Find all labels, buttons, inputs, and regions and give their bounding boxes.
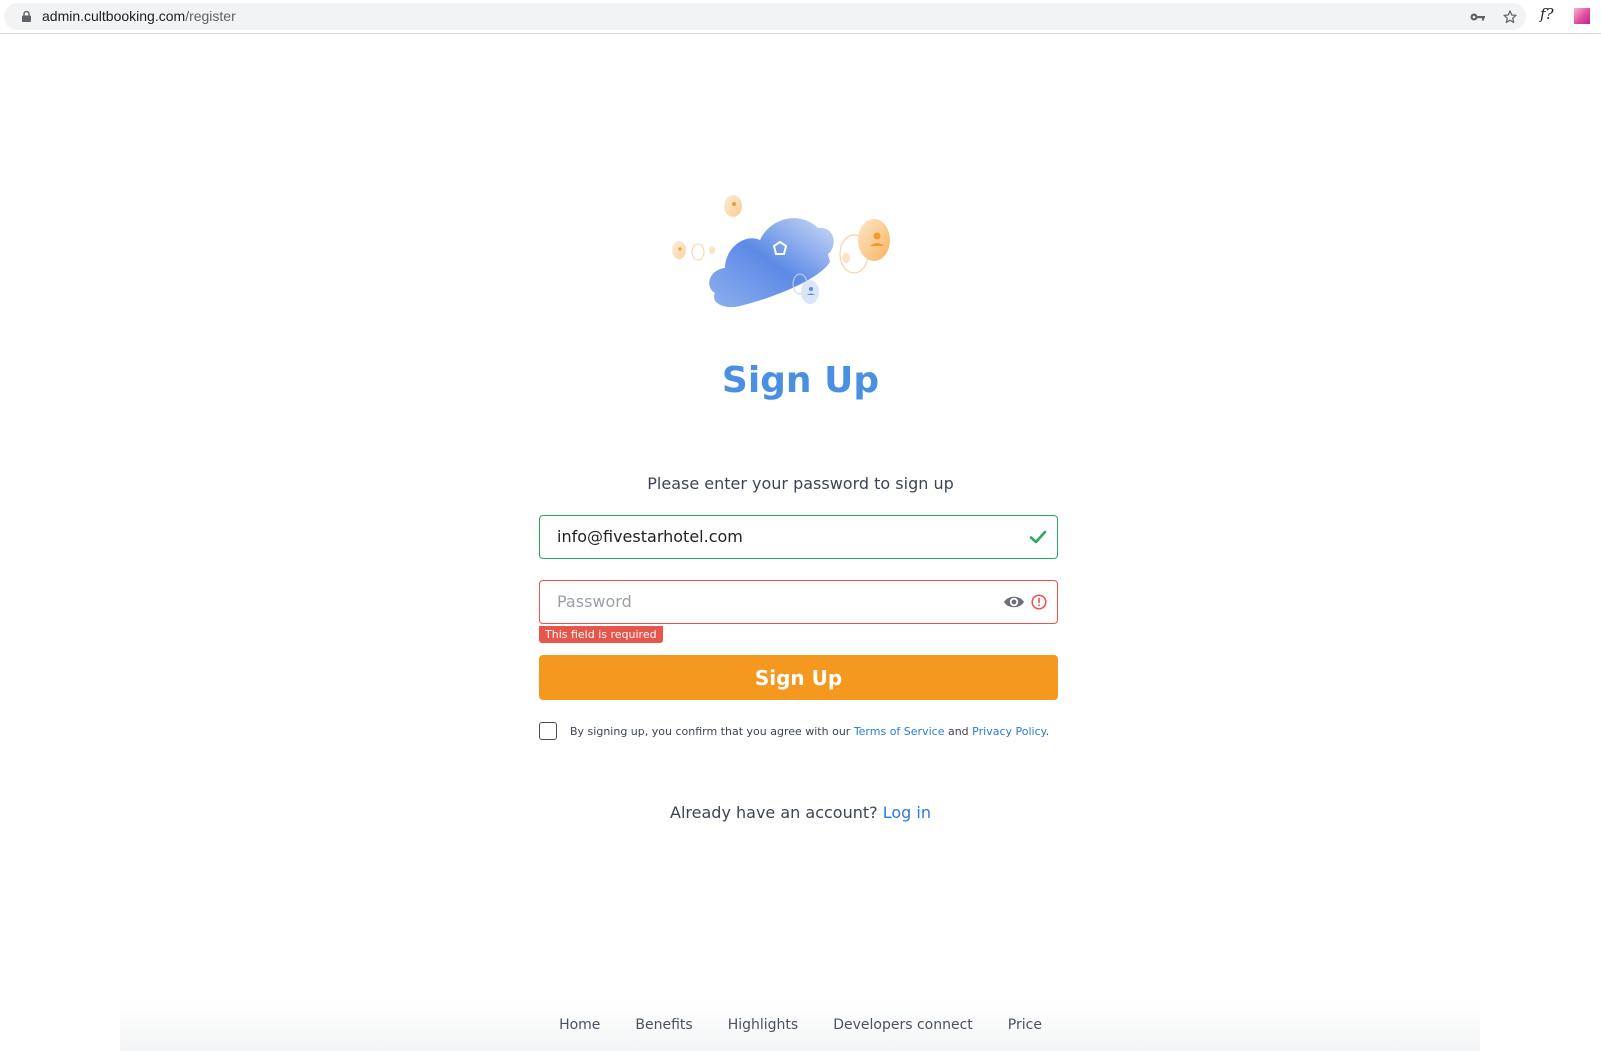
footer-link-developers-connect[interactable]: Developers connect (833, 1017, 973, 1033)
password-field[interactable] (539, 580, 1058, 624)
password-input[interactable] (557, 592, 977, 611)
extension-color-icon[interactable] (1574, 8, 1590, 24)
terms-checkbox[interactable] (539, 722, 557, 740)
address-bar[interactable]: admin.cultbooking.com/register (4, 3, 1526, 30)
url-path: /register (185, 8, 236, 24)
footer-link-highlights[interactable]: Highlights (728, 1017, 799, 1033)
sign-up-button[interactable]: Sign Up (539, 655, 1058, 700)
key-icon[interactable] (1470, 11, 1486, 23)
bookmark-star-icon[interactable] (1502, 9, 1518, 25)
url-host: admin.cultbooking.com (42, 8, 186, 24)
user-bubble-icon (801, 280, 819, 304)
user-bubble-icon (724, 195, 742, 217)
log-in-link[interactable]: Log in (883, 803, 931, 822)
browser-toolbar: admin.cultbooking.com/register f? (0, 0, 1601, 34)
url-text[interactable]: admin.cultbooking.com/register (42, 8, 236, 24)
lock-icon (22, 11, 31, 22)
page-subtitle: Please enter your password to sign up (647, 474, 954, 493)
footer-nav: Home Benefits Highlights Developers conn… (0, 1017, 1601, 1033)
terms-of-service-link[interactable]: Terms of Service (854, 725, 945, 738)
email-field[interactable] (539, 515, 1058, 559)
password-error-message: This field is required (539, 626, 663, 643)
footer-link-home[interactable]: Home (559, 1017, 600, 1033)
page-title: Sign Up (721, 360, 880, 401)
valid-check-icon (1029, 530, 1047, 544)
show-password-eye-icon[interactable] (1003, 594, 1025, 610)
terms-and: and (944, 724, 973, 738)
terms-prefix: By signing up, you confirm that you agre… (570, 724, 854, 738)
user-bubble-icon (672, 241, 686, 259)
cloud-hero-illustration (672, 195, 890, 308)
footer-link-price[interactable]: Price (1008, 1017, 1042, 1033)
email-input[interactable] (557, 527, 977, 546)
error-alert-icon (1031, 594, 1047, 610)
terms-row: By signing up, you confirm that you agre… (539, 722, 1049, 740)
extension-fonts-icon[interactable]: f? (1540, 5, 1554, 23)
login-prompt-text: Already have an account? (670, 803, 883, 822)
terms-text: By signing up, you confirm that you agre… (570, 725, 1049, 738)
terms-suffix: . (1045, 724, 1050, 738)
privacy-policy-link[interactable]: Privacy Policy (972, 725, 1045, 738)
footer-link-benefits[interactable]: Benefits (635, 1017, 692, 1033)
login-prompt: Already have an account? Log in (0, 803, 1601, 822)
user-bubble-icon (858, 219, 890, 261)
